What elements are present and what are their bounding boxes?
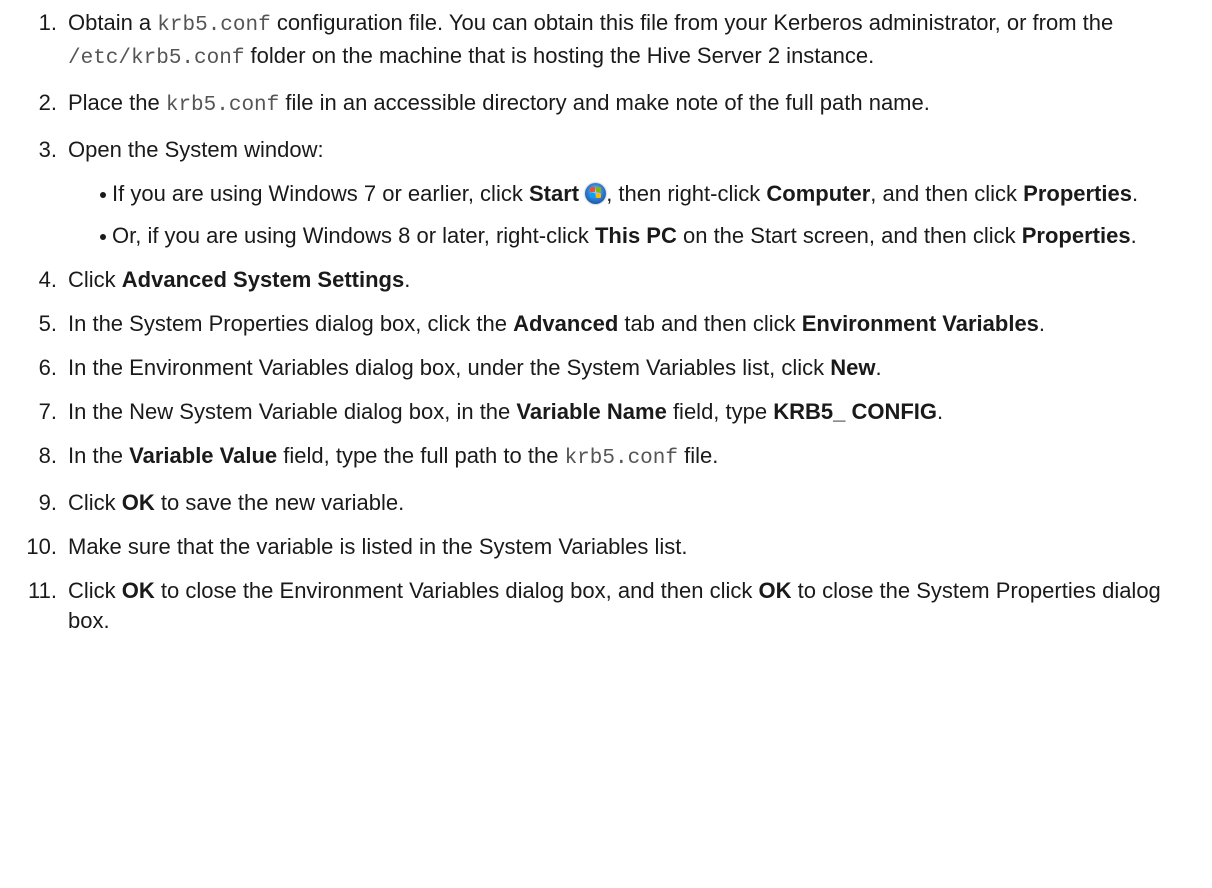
- ui-term: OK: [758, 578, 792, 603]
- step-text: Place the: [68, 90, 166, 115]
- step-text: .: [875, 355, 882, 380]
- step-text: Open the System window:: [68, 137, 324, 162]
- step-5: 5. In the System Properties dialog box, …: [0, 309, 1212, 339]
- step-text: field, type: [666, 399, 774, 424]
- ui-term: OK: [121, 490, 155, 515]
- step-text: file in an accessible directory and make…: [279, 90, 930, 115]
- sub-item-windows-7: If you are using Windows 7 or earlier, c…: [68, 179, 1192, 209]
- sub-text: , then right-click: [606, 181, 767, 206]
- step-11: 11. Click OK to close the Environment Va…: [0, 576, 1212, 636]
- ui-term: Variable Value: [129, 443, 278, 468]
- step-text: to save the new variable.: [154, 490, 405, 515]
- ui-term: New: [830, 355, 876, 380]
- ui-term: Environment Variables: [801, 311, 1039, 336]
- step-number: 3.: [38, 137, 57, 162]
- ui-term: Advanced System Settings: [121, 267, 405, 292]
- sub-text: .: [1130, 223, 1137, 248]
- ui-term: This PC: [594, 223, 677, 248]
- step-text: file.: [677, 443, 719, 468]
- step-text: .: [404, 267, 411, 292]
- ui-term: Properties: [1023, 181, 1132, 206]
- sub-text: Or, if you are using Windows 8 or later,…: [112, 223, 595, 248]
- step-text: folder on the machine that is hosting th…: [244, 43, 875, 68]
- step-7: 7. In the New System Variable dialog box…: [0, 397, 1212, 427]
- step-text: Click: [68, 490, 122, 515]
- step-1: 1. Obtain a krb5.conf configuration file…: [0, 8, 1212, 74]
- ui-term: Properties: [1021, 223, 1131, 248]
- step-number: 9.: [38, 490, 57, 515]
- step-2: 2. Place the krb5.conf file in an access…: [0, 88, 1212, 121]
- inline-code: krb5.conf: [157, 14, 271, 37]
- step-6: 6. In the Environment Variables dialog b…: [0, 353, 1212, 383]
- inline-code: /etc/krb5.conf: [68, 47, 245, 70]
- sub-text: .: [1131, 181, 1139, 206]
- ui-term: Advanced: [513, 311, 619, 336]
- step-text: Click: [68, 267, 122, 292]
- step-text: .: [1038, 311, 1046, 336]
- sub-text: on the Start screen, and then click: [676, 223, 1022, 248]
- step-number: 5.: [38, 311, 57, 336]
- step-number: 4.: [38, 267, 57, 292]
- step-number: 1.: [38, 10, 57, 35]
- bullet-icon: [100, 234, 106, 240]
- ui-term: Variable Name: [516, 399, 667, 424]
- ui-term: KRB5_ CONFIG: [773, 399, 938, 424]
- step-9: 9. Click OK to save the new variable.: [0, 488, 1212, 518]
- step-text: Make sure that the variable is listed in…: [68, 534, 688, 559]
- sub-item-windows-8: Or, if you are using Windows 8 or later,…: [68, 221, 1192, 251]
- step-3: 3. Open the System window: If you are us…: [0, 135, 1212, 251]
- step-number: 7.: [38, 399, 57, 424]
- step-number: 8.: [38, 443, 57, 468]
- step-8: 8. In the Variable Value field, type the…: [0, 441, 1212, 474]
- step-text: In the Environment Variables dialog box,…: [68, 355, 831, 380]
- step-text: field, type the full path to the: [277, 443, 565, 468]
- sub-text: If you are using Windows 7 or earlier, c…: [112, 181, 529, 206]
- step-text: to close the Environment Variables dialo…: [154, 578, 759, 603]
- step-text: In the System Properties dialog box, cli…: [68, 311, 514, 336]
- step-text: In the: [68, 443, 130, 468]
- ui-term: Start: [528, 181, 580, 206]
- document: 1. Obtain a krb5.conf configuration file…: [0, 0, 1212, 636]
- step-number: 11.: [28, 578, 57, 603]
- step-text: Click: [68, 578, 122, 603]
- step-number: 2.: [38, 90, 57, 115]
- step-text: configuration file. You can obtain this …: [270, 10, 1114, 35]
- inline-code: krb5.conf: [165, 94, 280, 117]
- ui-term: OK: [121, 578, 155, 603]
- step-10: 10. Make sure that the variable is liste…: [0, 532, 1212, 562]
- bullet-icon: [100, 192, 106, 198]
- step-4: 4. Click Advanced System Settings.: [0, 265, 1212, 295]
- inline-code: krb5.conf: [564, 447, 678, 470]
- windows-start-orb-icon: [585, 183, 607, 204]
- steps-list: 1. Obtain a krb5.conf configuration file…: [0, 8, 1212, 636]
- sub-text: , and then click: [870, 181, 1024, 206]
- step-text: In the New System Variable dialog box, i…: [68, 399, 517, 424]
- step-number: 6.: [38, 355, 57, 380]
- step-number: 10.: [26, 534, 57, 559]
- step-text: Obtain a: [68, 10, 158, 35]
- step-text: tab and then click: [618, 311, 802, 336]
- sub-list: If you are using Windows 7 or earlier, c…: [68, 179, 1192, 251]
- step-text: .: [937, 399, 944, 424]
- ui-term: Computer: [766, 181, 871, 206]
